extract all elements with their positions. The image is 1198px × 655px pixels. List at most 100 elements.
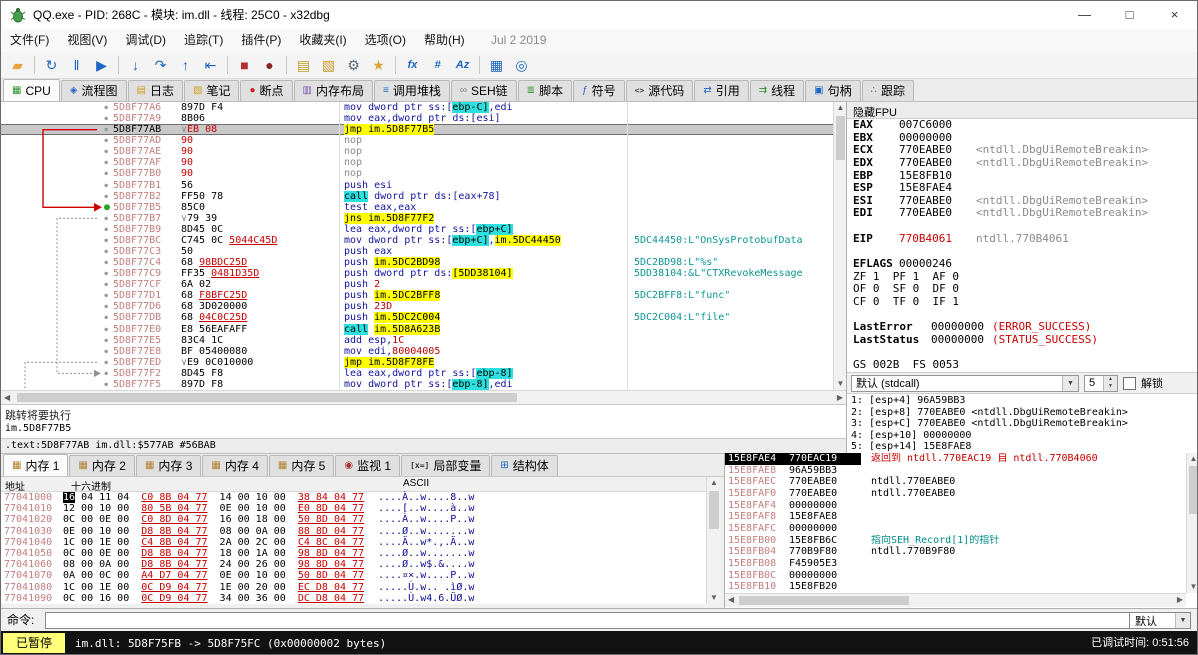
memory-row[interactable]: 77041010 12 00 10 00 80 5B 04 77 0E 00 10… xyxy=(1,503,706,514)
scroll-down-arrow[interactable]: ▼ xyxy=(1187,581,1197,593)
disasm-row[interactable]: ● 5D8F77AF 90 nop xyxy=(1,157,833,169)
stack-vertical-scrollbar[interactable]: ▲ ▼ xyxy=(1186,453,1197,593)
scroll-left-arrow[interactable]: ◀ xyxy=(4,392,10,404)
disasm-row[interactable]: ● 5D8F77B1 56 push esi xyxy=(1,179,833,191)
stack-row[interactable]: 15E8FAF0 770EABE0 ntdll.770EABE0 xyxy=(725,488,1186,500)
command-input[interactable] xyxy=(45,612,1131,629)
stack-panel[interactable]: 15E8FAE4 770EAC19 返回到 ntdll.770EAC19 自 ntd… xyxy=(724,453,1197,608)
disassembly-vertical-scrollbar[interactable]: ▲ ▼ xyxy=(833,102,847,390)
stack-row[interactable]: 15E8FAE8 96A59BB3 xyxy=(725,465,1186,477)
tab-locals[interactable]: [x=] 局部变量 xyxy=(401,455,491,476)
tab-symbols[interactable]: ƒ 符号 xyxy=(573,80,625,101)
log-button[interactable]: ▤ xyxy=(291,54,316,76)
stop-button[interactable]: ■ xyxy=(232,54,257,76)
stack-row[interactable]: 15E8FB00 15E8FB6C 指向SEH_Record[1]的指针 xyxy=(725,535,1186,547)
chevron-down-icon[interactable]: ▼ xyxy=(1175,613,1190,628)
disasm-row[interactable]: ● 5D8F77B7 ∨79 39 jns im.5D8F77F2 xyxy=(1,212,833,224)
memory-row[interactable]: 77041070 0A 00 0C 00 A4 D7 04 77 0E 00 10… xyxy=(1,570,706,581)
tab-graph[interactable]: ◈ 流程图 xyxy=(60,80,127,101)
scroll-up-arrow[interactable]: ▲ xyxy=(1187,453,1197,465)
tab-struct[interactable]: ⊞ 结构体 xyxy=(491,455,558,476)
case-az-button[interactable]: Az xyxy=(450,54,475,76)
restart-button[interactable]: ↻ xyxy=(39,54,64,76)
register-row[interactable]: EIP 770B4061 ntdll.770B4061 xyxy=(847,232,1197,246)
tab-seh[interactable]: ∞ SEH链 xyxy=(450,80,517,101)
disasm-row[interactable]: ● 5D8F77B9 8D45 0C lea eax,dword ptr ss:[eb… xyxy=(1,223,833,235)
step-into-button[interactable]: ↓ xyxy=(123,54,148,76)
stack-row[interactable]: 15E8FAEC 770EABE0 ntdll.770EABE0 xyxy=(725,476,1186,488)
memory-chip-button[interactable]: ▦ xyxy=(484,54,509,76)
scrollbar-thumb[interactable] xyxy=(739,596,909,605)
minimize-button[interactable]: — xyxy=(1062,1,1107,29)
register-row[interactable]: LastStatus 00000000 (STATUS_SUCCESS) xyxy=(847,333,1197,347)
tab-call-stack[interactable]: ≡ 调用堆栈 xyxy=(373,80,450,101)
memory-row[interactable]: 77041060 08 00 0A 00 D8 8B 04 77 24 00 26… xyxy=(1,559,706,570)
disasm-row[interactable]: ● 5D8F77AE 90 nop xyxy=(1,146,833,158)
pause-button[interactable]: ‖ xyxy=(64,54,89,76)
tab-memory-map[interactable]: ▥ 内存布局 xyxy=(293,80,373,101)
disasm-row[interactable]: ● 5D8F77F2 8D45 F8 lea eax,dword ptr ss:[eb… xyxy=(1,367,833,379)
tab-notes[interactable]: ▧ 笔记 xyxy=(183,80,240,101)
open-file-button[interactable]: ▰ xyxy=(5,54,30,76)
title-bar[interactable]: QQ.exe - PID: 268C - 模块: im.dll - 线程: 25… xyxy=(1,1,1197,30)
disasm-row[interactable]: ● 5D8F77CF 6A 02 push 2 xyxy=(1,279,833,291)
stack-row[interactable]: 15E8FB04 770B9F80 ntdll.770B9F80 xyxy=(725,546,1186,558)
menu-item[interactable]: 选项(O) xyxy=(356,29,415,52)
disasm-row[interactable]: ● 5D8F77AB ∨EB 08 jmp im.5D8F77B5 xyxy=(1,124,833,136)
stack-row[interactable]: 15E8FAE4 770EAC19 返回到 ntdll.770EAC19 自 ntd… xyxy=(725,453,1186,465)
register-row[interactable]: CF 0 TF 0 IF 1 xyxy=(847,295,1197,309)
hash-button[interactable]: # xyxy=(425,54,450,76)
disasm-row[interactable]: ● 5D8F77E5 83C4 1C add esp,1C xyxy=(1,334,833,346)
favourites-star-button[interactable]: ★ xyxy=(366,54,391,76)
tab-breakpoints[interactable]: ● 断点 xyxy=(240,80,293,101)
disasm-row[interactable]: ● 5D8F77AD 90 nop xyxy=(1,135,833,147)
disasm-row[interactable]: ● 5D8F77BC C745 0C 5044C45D mov dword ptr s… xyxy=(1,234,833,247)
tab-references[interactable]: ⇄ 引用 xyxy=(694,80,749,101)
tab-source[interactable]: <> 源代码 xyxy=(625,80,694,101)
register-row[interactable]: GS 002B FS 0053 xyxy=(847,358,1197,372)
tab-log[interactable]: ▤ 日志 xyxy=(127,80,183,101)
step-over-button[interactable]: ↷ xyxy=(148,54,173,76)
tab-handles[interactable]: ▣ 句柄 xyxy=(805,80,861,101)
argument-count-stepper[interactable]: 5 ▲ ▼ xyxy=(1084,374,1118,392)
stack-row[interactable]: 15E8FB10 15E8FB20 xyxy=(725,581,1186,593)
disasm-row[interactable]: ● 5D8F77B2 FF50 78 call dword ptr ds:[eax+7… xyxy=(1,190,833,202)
disasm-row[interactable]: ● 5D8F77A6 897D F4 mov dword ptr ss:[ebp-C]… xyxy=(1,102,833,114)
scroll-right-arrow[interactable]: ▶ xyxy=(1177,594,1183,606)
disasm-row[interactable]: ● 5D8F77F5 897D F8 mov dword ptr ss:[ebp-8]… xyxy=(1,378,833,390)
stack-row[interactable]: 15E8FAF8 15E8FAE8 xyxy=(725,511,1186,523)
stack-row[interactable]: 15E8FAF4 00000000 xyxy=(725,500,1186,512)
argument-row[interactable]: 5: [esp+14] 15E8FAE8 xyxy=(847,441,1197,453)
disasm-row[interactable]: ● 5D8F77D1 68 F8BFC25D push im.5DC2BFF8 5DC2… xyxy=(1,290,833,302)
scroll-up-arrow[interactable]: ▲ xyxy=(707,477,721,489)
disasm-row[interactable]: ● 5D8F77B0 90 nop xyxy=(1,168,833,180)
unlock-checkbox[interactable] xyxy=(1123,376,1136,390)
scrollbar-thumb[interactable] xyxy=(709,491,719,529)
register-row[interactable]: LastError 00000000 (ERROR_SUCCESS) xyxy=(847,320,1197,334)
tab-script[interactable]: ≣ 脚本 xyxy=(517,80,573,101)
disasm-row[interactable]: ● 5D8F77E8 BF 05400080 mov edi,80004005 xyxy=(1,345,833,357)
memory-dump-rows[interactable]: 77041000 16 04 11 04 C0 8B 04 77 14 00 10… xyxy=(1,492,706,604)
tab-dump-3[interactable]: ▦ 内存 3 xyxy=(135,455,202,476)
stack-row[interactable]: 15E8FAFC 00000000 xyxy=(725,523,1186,535)
argument-row[interactable]: 1: [esp+4] 96A59BB3 xyxy=(847,395,1197,407)
disasm-row[interactable]: ● 5D8F77E0 E8 56EAFAFF call im.5D8A623B xyxy=(1,323,833,335)
close-button[interactable]: × xyxy=(1152,1,1197,29)
tab-dump-5[interactable]: ▦ 内存 5 xyxy=(268,455,335,476)
memory-row[interactable]: 77041090 0C 00 16 00 0C D9 04 77 34 00 36… xyxy=(1,593,706,604)
menu-item[interactable]: 收藏夹(I) xyxy=(290,29,355,52)
menu-item[interactable]: 文件(F) xyxy=(1,29,58,52)
command-type-dropdown[interactable]: 默认 ▼ xyxy=(1129,612,1191,629)
memory-row[interactable]: 77041020 0C 00 0E 00 C0 8D 04 77 16 00 18… xyxy=(1,514,706,525)
search-button[interactable]: ◎ xyxy=(509,54,534,76)
menu-item[interactable]: 追踪(T) xyxy=(175,29,232,52)
disasm-row[interactable]: ● 5D8F77C3 50 push eax xyxy=(1,246,833,258)
run-button[interactable]: ▶ xyxy=(89,54,114,76)
menu-item[interactable]: 调试(D) xyxy=(116,29,175,52)
scroll-left-arrow[interactable]: ◀ xyxy=(728,594,734,606)
scrollbar-thumb[interactable] xyxy=(1189,466,1197,514)
chevron-down-icon[interactable]: ▼ xyxy=(1062,375,1078,391)
menu-item[interactable]: 帮助(H) xyxy=(415,29,474,52)
tab-trace[interactable]: ∴ 跟踪 xyxy=(861,80,914,101)
argument-row[interactable]: 4: [esp+10] 00000000 xyxy=(847,430,1197,442)
